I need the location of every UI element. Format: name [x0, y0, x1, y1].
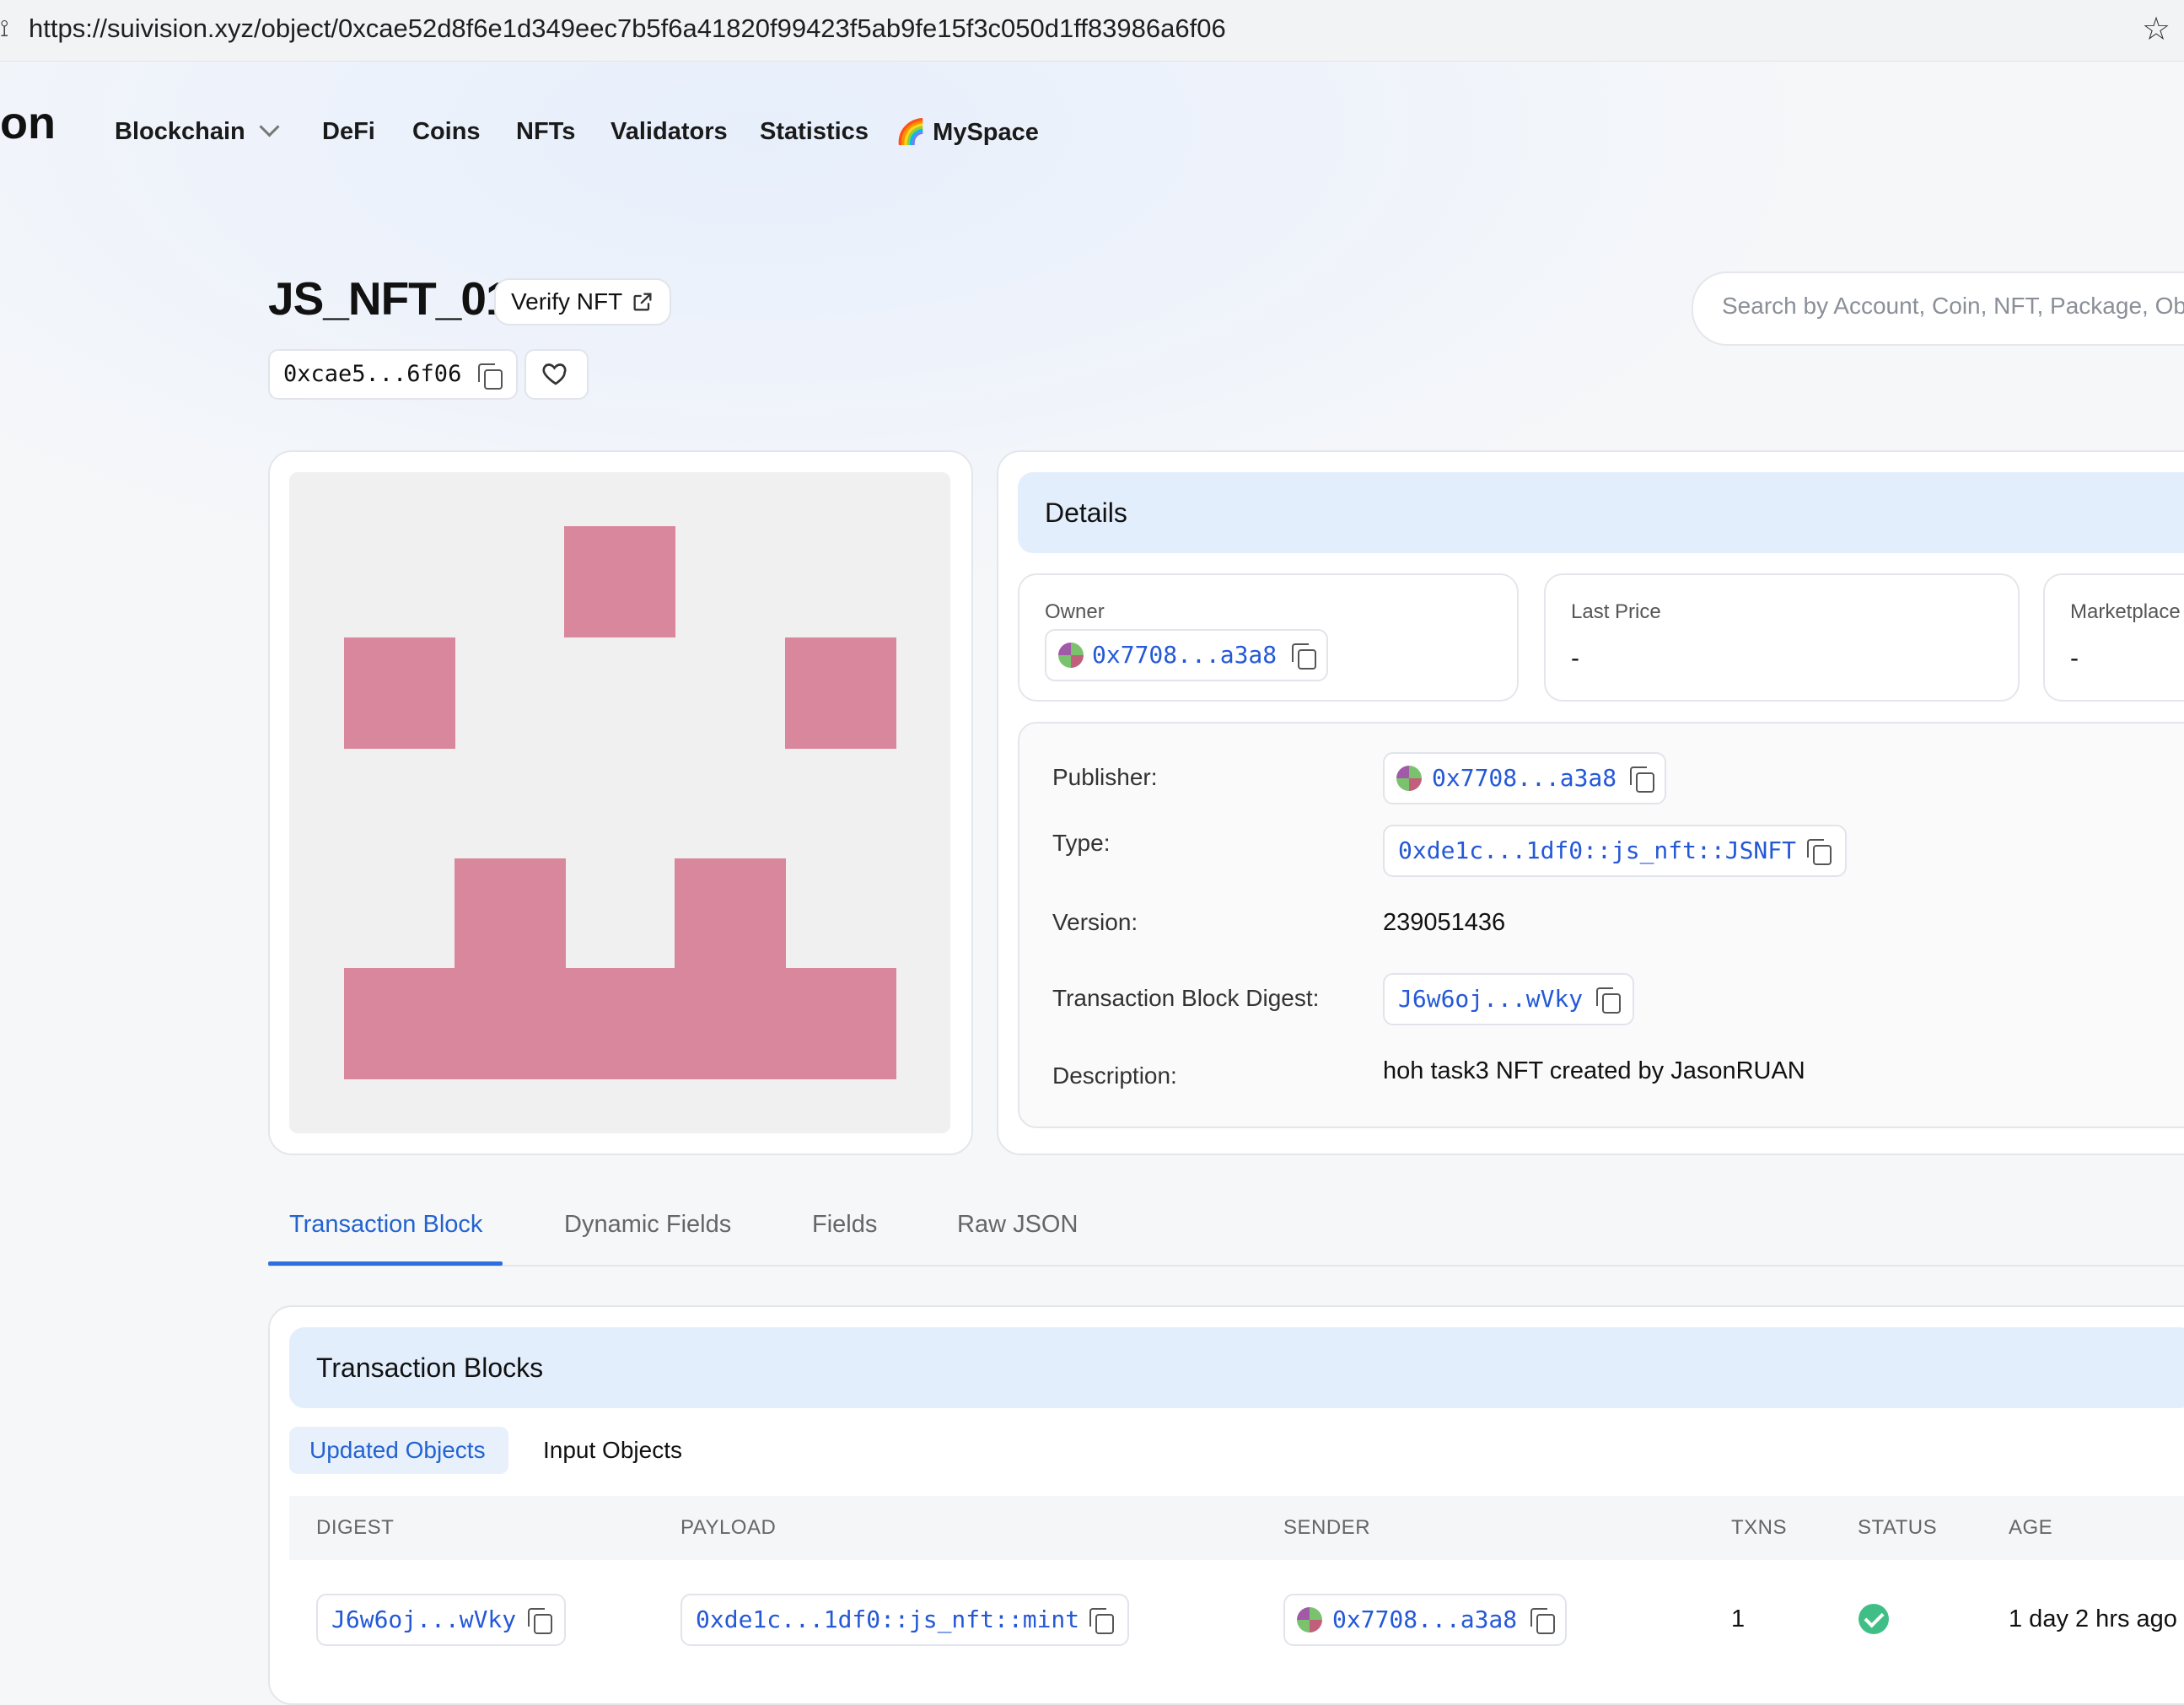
owner-box: Owner 0x7708...a3a8: [1018, 573, 1519, 702]
favorite-button[interactable]: [524, 349, 589, 400]
subtab-updated-objects[interactable]: Updated Objects: [289, 1427, 508, 1474]
last-price-value: -: [1571, 644, 1579, 672]
publisher-address-text: 0x7708...a3a8: [1432, 764, 1617, 792]
browser-url-bar[interactable]: ⟟ https://suivision.xyz/object/0xcae52d8…: [0, 0, 2184, 62]
subtab-input-objects[interactable]: Input Objects: [543, 1437, 682, 1464]
row-sender[interactable]: 0x7708...a3a8: [1283, 1594, 1567, 1646]
digest-label: Transaction Block Digest:: [1052, 985, 1320, 1011]
object-id-text: 0xcae5...6f06: [283, 361, 462, 387]
bookmark-star-icon[interactable]: ☆: [2142, 10, 2171, 48]
avatar: [1396, 766, 1422, 791]
copy-icon[interactable]: [528, 1608, 552, 1634]
publisher-label: Publisher:: [1052, 764, 1158, 790]
verify-nft-button[interactable]: Verify NFT: [494, 278, 671, 325]
site-info-icon[interactable]: ⟟: [0, 15, 8, 43]
last-price-box: Last Price -: [1544, 573, 2020, 702]
nav-statistics[interactable]: Statistics: [760, 118, 869, 146]
owner-label: Owner: [1045, 600, 1105, 623]
nft-pixel: [344, 968, 896, 1079]
nav-nfts[interactable]: NFTs: [516, 118, 575, 146]
nft-pixel: [785, 637, 896, 749]
subtab-updated-objects-label: Updated Objects: [309, 1437, 486, 1463]
tab-fields[interactable]: Fields: [812, 1211, 877, 1239]
column-status: STATUS: [1858, 1516, 1938, 1539]
column-sender: SENDER: [1283, 1516, 1371, 1539]
row-payload-text: 0xde1c...1df0::js_nft::mint: [696, 1605, 1080, 1633]
site-logo[interactable]: on: [0, 97, 56, 149]
tab-transaction-block[interactable]: Transaction Block: [289, 1211, 482, 1239]
row-digest-text: J6w6oj...wVky: [331, 1605, 517, 1633]
details-header: Details: [1018, 472, 2184, 553]
copy-icon[interactable]: [478, 363, 503, 390]
active-tab-indicator: [268, 1261, 503, 1266]
nft-pixel: [455, 858, 566, 970]
row-sender-text: 0x7708...a3a8: [1332, 1605, 1518, 1633]
nft-image[interactable]: [289, 472, 950, 1133]
row-digest[interactable]: J6w6oj...wVky: [316, 1594, 566, 1646]
avatar: [1297, 1607, 1322, 1632]
object-id-copy[interactable]: 0xcae5...6f06: [268, 349, 518, 400]
transactions-title: Transaction Blocks: [316, 1353, 544, 1383]
copy-icon[interactable]: [1089, 1608, 1114, 1634]
marketplace-value: -: [2070, 644, 2079, 672]
row-txns: 1: [1731, 1605, 1746, 1632]
details-title: Details: [1045, 498, 1127, 528]
page-title: JS_NFT_01: [268, 272, 512, 325]
nav-blockchain[interactable]: Blockchain: [115, 116, 280, 146]
nav-defi[interactable]: DeFi: [322, 118, 375, 146]
transactions-header: Transaction Blocks: [289, 1327, 2184, 1408]
marketplace-label: Marketplace: [2070, 600, 2181, 623]
column-age: AGE: [2009, 1516, 2053, 1539]
status-success-icon: [1859, 1604, 1889, 1634]
copy-icon[interactable]: [1807, 839, 1832, 865]
type-value-text: 0xde1c...1df0::js_nft::JSNFT: [1398, 836, 1797, 864]
nft-pixel: [675, 858, 786, 970]
copy-icon[interactable]: [1530, 1608, 1555, 1634]
chevron-down-icon: [259, 116, 280, 137]
tab-raw-json[interactable]: Raw JSON: [957, 1211, 1078, 1239]
search-bar[interactable]: [1692, 272, 2184, 346]
nav-coins[interactable]: Coins: [412, 118, 481, 146]
row-payload[interactable]: 0xde1c...1df0::js_nft::mint: [680, 1594, 1129, 1646]
digest-value[interactable]: J6w6oj...wVky: [1383, 973, 1634, 1025]
copy-icon[interactable]: [1596, 987, 1621, 1014]
description-value: hoh task3 NFT created by JasonRUAN: [1383, 1057, 1805, 1084]
nft-pixel: [344, 637, 455, 749]
nav-myspace[interactable]: 🌈 MySpace: [896, 118, 1039, 147]
heart-icon: [542, 363, 567, 385]
publisher-address[interactable]: 0x7708...a3a8: [1383, 752, 1666, 804]
description-label: Description:: [1052, 1062, 1177, 1089]
type-value[interactable]: 0xde1c...1df0::js_nft::JSNFT: [1383, 825, 1847, 877]
search-input[interactable]: [1720, 292, 2184, 320]
avatar: [1058, 643, 1084, 668]
marketplace-box: Marketplace -: [2043, 573, 2184, 702]
copy-icon[interactable]: [1630, 766, 1654, 793]
type-label: Type:: [1052, 830, 1111, 856]
column-digest: DIGEST: [316, 1516, 395, 1539]
copy-icon[interactable]: [1292, 643, 1316, 670]
version-label: Version:: [1052, 909, 1138, 935]
url-text[interactable]: https://suivision.xyz/object/0xcae52d8f6…: [29, 13, 1226, 44]
tab-divider: [268, 1265, 2184, 1267]
nav-blockchain-label: Blockchain: [115, 118, 245, 145]
external-link-icon: [633, 293, 652, 311]
last-price-label: Last Price: [1571, 600, 1661, 623]
row-age: 1 day 2 hrs ago: [2009, 1605, 2177, 1632]
nft-pixel: [564, 526, 675, 637]
column-txns: TXNS: [1731, 1516, 1788, 1539]
verify-nft-label: Verify NFT: [511, 288, 623, 315]
column-payload: PAYLOAD: [680, 1516, 777, 1539]
nav-validators[interactable]: Validators: [611, 118, 728, 146]
owner-address-text: 0x7708...a3a8: [1092, 641, 1278, 669]
owner-address[interactable]: 0x7708...a3a8: [1045, 629, 1328, 681]
version-value: 239051436: [1383, 909, 1506, 936]
tab-dynamic-fields[interactable]: Dynamic Fields: [564, 1211, 731, 1239]
digest-value-text: J6w6oj...wVky: [1398, 985, 1584, 1013]
